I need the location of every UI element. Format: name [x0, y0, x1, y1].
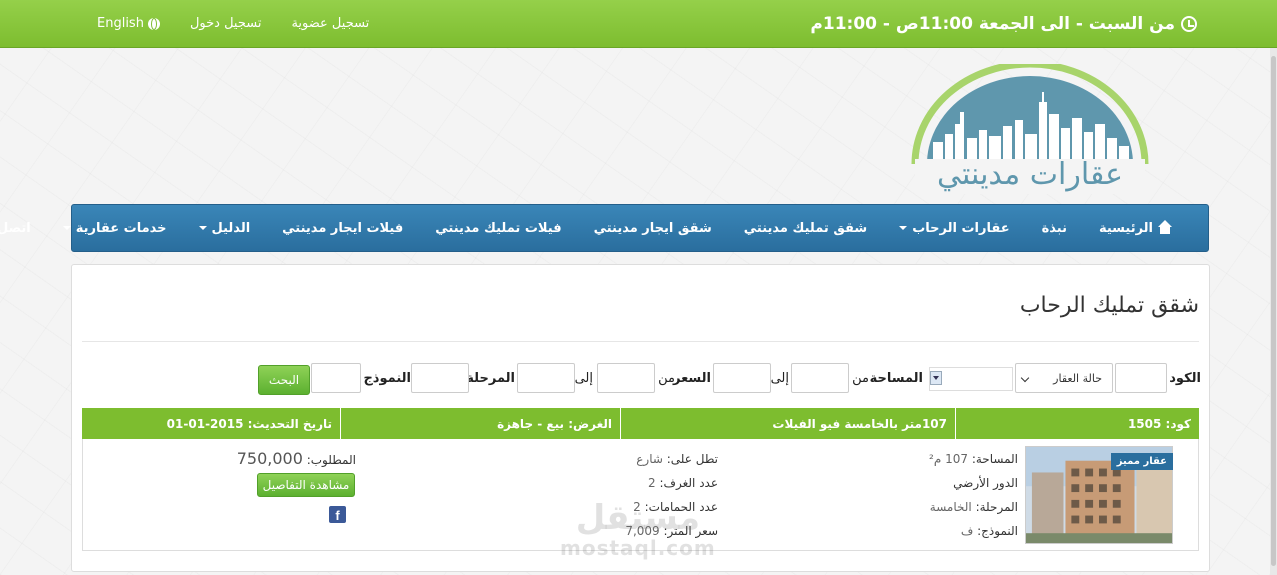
listing-specs: المساحة: 107 م² الدور الأرضي المرحلة: ال…: [929, 447, 1018, 543]
view-details-button[interactable]: مشاهدة التفاصيل: [257, 473, 355, 497]
stage-label: المرحلة: [466, 371, 515, 386]
clock-icon: [1181, 16, 1197, 32]
nav-item-home[interactable]: الرئيسية: [1083, 220, 1188, 236]
site-logo[interactable]: عقارات مدينتي: [905, 64, 1155, 194]
listing-price: المطلوب: 750,000: [237, 447, 356, 471]
language-switch[interactable]: English: [97, 16, 160, 31]
area-key: المساحة:: [971, 452, 1018, 466]
price-label: السعر: [673, 371, 711, 386]
view-key: تطل على:: [666, 452, 718, 466]
model-value: ف: [960, 524, 974, 538]
secondary-select[interactable]: [929, 367, 1013, 391]
login-link[interactable]: تسجيل دخول: [190, 16, 262, 31]
nav-item-label: شقق ايجار مدينتي: [593, 220, 712, 236]
listing-title[interactable]: 107متر بالخامسة فيو الفيلات: [620, 408, 955, 439]
property-status-select[interactable]: حالة العقار: [1015, 363, 1113, 393]
stage-value: الخامسة: [929, 500, 972, 514]
page-title: شقق تمليك الرحاب: [1019, 293, 1199, 318]
rooms-value: 2: [648, 476, 656, 490]
nav-item-label: اتصل بنا: [0, 220, 31, 236]
register-link[interactable]: تسجيل عضوية: [291, 16, 369, 31]
dropdown-arrow-icon: [930, 371, 942, 385]
nav-item-rehab[interactable]: عقارات الرحاب: [883, 221, 1025, 236]
area-value: 107 م²: [929, 452, 968, 466]
price-to-input[interactable]: [517, 363, 575, 393]
status-select-value: حالة العقار: [1053, 372, 1102, 385]
floor-value: الدور الأرضي: [953, 476, 1018, 490]
globe-icon: [147, 17, 160, 30]
stage-input[interactable]: [411, 363, 469, 393]
nav-item-label: فيلات ايجار مدينتي: [282, 220, 404, 236]
listing-code: كود: 1505: [955, 408, 1199, 439]
nav-item-madinaty-sale-apts[interactable]: شقق تمليك مدينتي: [728, 221, 883, 236]
nav-item-label: الدليل: [211, 220, 251, 236]
nav-item-label: عقارات الرحاب: [912, 220, 1010, 236]
view-value: شارع: [636, 452, 663, 466]
search-form: الكود حالة العقار المساحة من إلى السعر م…: [72, 363, 1211, 395]
nav-item-contact[interactable]: اتصل بنا: [0, 221, 47, 236]
area-from-label: من: [852, 371, 869, 386]
page-scrollbar[interactable]: [1270, 48, 1277, 575]
listing-updated: تاريخ التحديث: 2015-01-01: [166, 416, 332, 431]
nav-item-label: خدمات عقارية: [75, 220, 167, 236]
search-button[interactable]: البحث: [258, 365, 310, 395]
area-label: المساحة: [869, 371, 923, 386]
price-from-input[interactable]: [597, 363, 655, 393]
nav-item-madinaty-rent-villas[interactable]: فيلات ايجار مدينتي: [266, 221, 419, 236]
watermark-arabic: مستقل: [575, 498, 701, 538]
divider: [82, 341, 1199, 342]
watermark: مستقل mostaql.com: [560, 500, 716, 560]
caret-down-icon: [198, 226, 207, 230]
nav-item-madinaty-sale-villas[interactable]: فيلات تمليك مدينتي: [419, 221, 577, 236]
price-key: المطلوب:: [306, 453, 356, 467]
model-label: النموذج: [363, 371, 411, 386]
stage-key: المرحلة:: [975, 500, 1018, 514]
facebook-share-icon[interactable]: f: [329, 506, 346, 523]
chevron-down-icon: [1020, 373, 1030, 383]
code-input[interactable]: [1115, 363, 1167, 393]
listing-purpose: الغرض: بيع - جاهزة: [340, 408, 620, 439]
nav-item-label: نبذة: [1041, 220, 1067, 236]
nav-item-about[interactable]: نبذة: [1026, 221, 1083, 236]
working-hours: من السبت - الى الجمعة 11:00ص - 11:00م: [810, 14, 1197, 34]
home-icon: [1158, 220, 1172, 234]
model-input[interactable]: [311, 363, 361, 393]
caret-down-icon: [899, 226, 908, 230]
price-from-label: من: [658, 371, 675, 386]
listing-header: كود: 1505 107متر بالخامسة فيو الفيلات ال…: [82, 408, 1199, 439]
nav-item-services[interactable]: خدمات عقارية: [47, 221, 183, 236]
top-bar: من السبت - الى الجمعة 11:00ص - 11:00م تس…: [0, 0, 1277, 48]
price-value: 750,000: [236, 449, 303, 468]
price-to-label: إلى: [574, 371, 593, 386]
nav-item-label: فيلات تمليك مدينتي: [435, 220, 562, 236]
caret-down-icon: [62, 226, 71, 230]
scrollbar-thumb[interactable]: [1271, 56, 1276, 566]
nav-item-guide[interactable]: الدليل: [183, 221, 267, 236]
nav-item-label: شقق تمليك مدينتي: [743, 220, 868, 236]
rooms-key: عدد الغرف:: [659, 476, 719, 490]
watermark-latin: mostaql.com: [560, 536, 716, 560]
area-from-input[interactable]: [791, 363, 849, 393]
working-hours-text: من السبت - الى الجمعة 11:00ص - 11:00م: [810, 14, 1175, 34]
area-to-label: إلى: [770, 371, 789, 386]
model-key: النموذج:: [977, 524, 1018, 538]
logo-text: عقارات مدينتي: [937, 157, 1123, 192]
nav-item-madinaty-rent-apts[interactable]: شقق ايجار مدينتي: [578, 221, 728, 236]
top-links: تسجيل عضوية تسجيل دخول English: [97, 16, 369, 31]
area-to-input[interactable]: [713, 363, 771, 393]
language-label: English: [97, 16, 144, 31]
main-nav: الرئيسية نبذة عقارات الرحاب شقق تمليك مد…: [0, 204, 1209, 252]
nav-item-label: الرئيسية: [1098, 220, 1153, 236]
featured-badge: عقار مميز: [1110, 453, 1173, 470]
code-label: الكود: [1169, 371, 1201, 386]
